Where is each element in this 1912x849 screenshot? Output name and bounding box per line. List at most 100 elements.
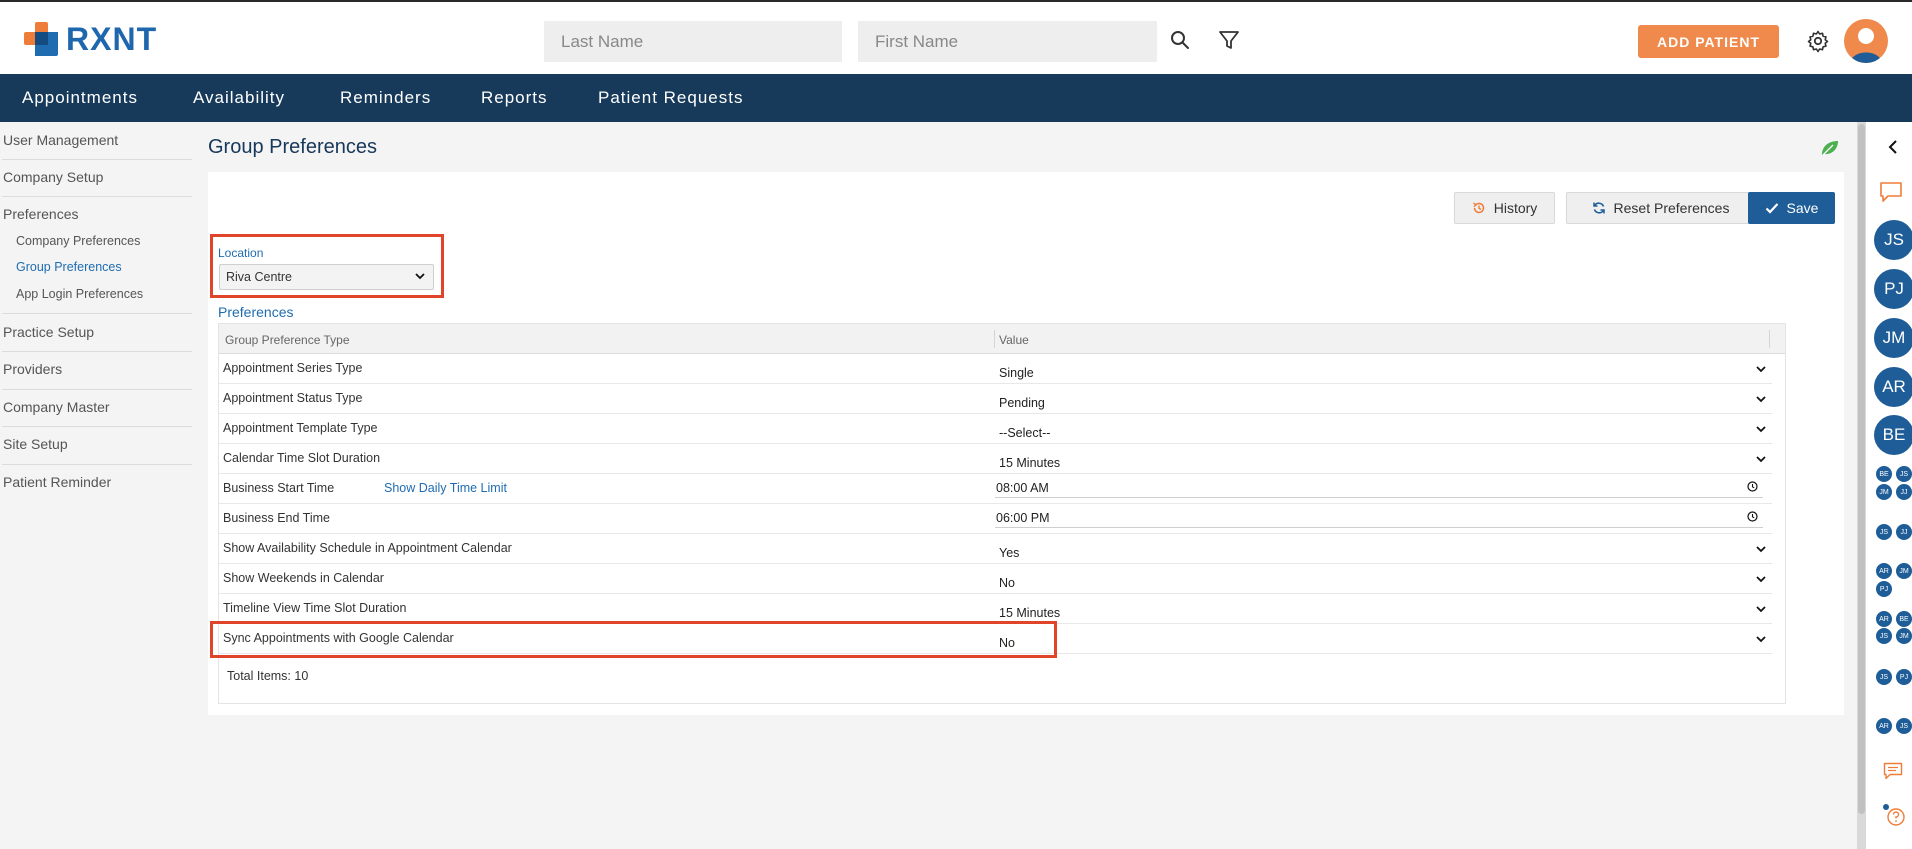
chevron-down-icon[interactable] <box>1756 576 1766 583</box>
sidebar-item-patient-reminder[interactable]: Patient Reminder <box>3 474 111 490</box>
logo-cross-icon <box>22 20 60 58</box>
history-label: History <box>1493 200 1538 216</box>
show-daily-time-limit-link[interactable]: Show Daily Time Limit <box>384 481 507 495</box>
column-header-type[interactable]: Group Preference Type <box>225 333 350 347</box>
chevron-down-icon[interactable] <box>1756 366 1766 373</box>
leaf-icon <box>1822 141 1838 156</box>
sidebar-item-company-setup[interactable]: Company Setup <box>3 169 103 185</box>
preference-value-select[interactable]: No <box>999 576 1015 590</box>
table-row: Timeline View Time Slot Duration 15 Minu… <box>219 594 1772 624</box>
sidebar-item-group-preferences[interactable]: Group Preferences <box>16 260 122 274</box>
sidebar-item-company-master[interactable]: Company Master <box>3 399 110 415</box>
chevron-down-icon[interactable] <box>1756 546 1766 553</box>
participant-mini-bubble[interactable]: JM <box>1896 628 1912 644</box>
preference-name: Appointment Status Type <box>223 391 363 405</box>
save-button[interactable]: Save <box>1748 192 1835 224</box>
sidebar-item-site-setup[interactable]: Site Setup <box>3 436 68 452</box>
preference-name: Timeline View Time Slot Duration <box>223 601 407 615</box>
participant-bubble[interactable]: PJ <box>1874 269 1912 309</box>
filter-icon[interactable] <box>1217 28 1241 52</box>
sidebar-item-practice-setup[interactable]: Practice Setup <box>3 324 94 340</box>
nav-reports[interactable]: Reports <box>481 88 548 108</box>
add-patient-button[interactable]: ADD PATIENT <box>1638 25 1779 58</box>
clock-icon[interactable] <box>1747 481 1758 492</box>
participant-mini-bubble[interactable]: AR <box>1876 718 1892 734</box>
nav-availability[interactable]: Availability <box>193 88 285 108</box>
participant-mini-bubble[interactable]: JM <box>1896 563 1912 579</box>
preference-name: Business End Time <box>223 511 330 525</box>
location-select[interactable]: Riva Centre <box>219 264 434 290</box>
gear-icon[interactable] <box>1806 29 1830 53</box>
first-name-input[interactable] <box>858 21 1157 62</box>
logo-text: RXNT <box>66 20 158 57</box>
location-label: Location <box>218 246 264 260</box>
column-header-value[interactable]: Value <box>999 333 1029 347</box>
nav-patient-requests[interactable]: Patient Requests <box>598 88 743 108</box>
participant-mini-bubble[interactable]: JJ <box>1896 524 1912 540</box>
participant-bubble[interactable]: BE <box>1874 415 1912 455</box>
participant-mini-bubble[interactable]: JS <box>1876 669 1892 685</box>
preference-value-select[interactable]: --Select-- <box>999 426 1050 440</box>
sidebar-divider <box>2 464 192 465</box>
nav-reminders[interactable]: Reminders <box>340 88 431 108</box>
user-avatar[interactable] <box>1844 19 1888 63</box>
clock-icon[interactable] <box>1747 511 1758 522</box>
table-row: Appointment Status Type Pending <box>219 384 1772 414</box>
chat-icon[interactable] <box>1879 181 1903 203</box>
participant-bubble[interactable]: AR <box>1874 367 1912 407</box>
table-row: Appointment Series Type Single <box>219 354 1772 384</box>
participant-bubble[interactable]: JM <box>1874 318 1912 358</box>
message-icon[interactable] <box>1883 762 1903 780</box>
business-start-time-input[interactable]: 08:00 AM <box>996 481 1049 495</box>
save-label: Save <box>1786 200 1819 216</box>
participant-mini-bubble[interactable]: JS <box>1876 524 1892 540</box>
chevron-down-icon[interactable] <box>1756 606 1766 613</box>
sidebar-item-preferences[interactable]: Preferences <box>3 206 78 222</box>
reset-preferences-button[interactable]: Reset Preferences <box>1566 192 1755 224</box>
business-end-time-input[interactable]: 06:00 PM <box>996 511 1050 525</box>
rxnt-logo[interactable]: RXNT <box>22 20 157 58</box>
sidebar-item-app-login-preferences[interactable]: App Login Preferences <box>16 287 143 301</box>
chevron-down-icon <box>415 273 425 280</box>
participant-mini-bubble[interactable]: JS <box>1896 466 1912 482</box>
chevron-down-icon[interactable] <box>1756 636 1766 643</box>
preference-value-select[interactable]: Single <box>999 366 1034 380</box>
chevron-down-icon[interactable] <box>1756 396 1766 403</box>
participant-mini-bubble[interactable]: JS <box>1896 718 1912 734</box>
chevron-down-icon[interactable] <box>1756 456 1766 463</box>
page-scrollbar[interactable] <box>1857 122 1866 849</box>
preference-name: Show Weekends in Calendar <box>223 571 384 585</box>
sidebar-divider <box>2 351 192 352</box>
nav-appointments[interactable]: Appointments <box>22 88 138 108</box>
search-icon[interactable] <box>1168 28 1192 52</box>
chevron-down-icon[interactable] <box>1756 426 1766 433</box>
participant-bubble[interactable]: JS <box>1874 220 1912 260</box>
sidebar-item-user-management[interactable]: User Management <box>3 132 118 148</box>
preference-name: Calendar Time Slot Duration <box>223 451 381 465</box>
participant-mini-bubble[interactable]: AR <box>1876 611 1892 627</box>
preference-value-select[interactable]: Yes <box>999 546 1019 560</box>
participant-mini-bubble[interactable]: JS <box>1876 628 1892 644</box>
participant-mini-bubble[interactable]: AR <box>1876 563 1892 579</box>
preference-name: Appointment Series Type <box>223 361 363 375</box>
sidebar-item-company-preferences[interactable]: Company Preferences <box>16 234 140 248</box>
table-row: Show Availability Schedule in Appointmen… <box>219 534 1772 564</box>
history-button[interactable]: History <box>1454 192 1555 224</box>
participant-mini-bubble[interactable]: BE <box>1876 466 1892 482</box>
sync-row-highlight-box <box>210 621 1057 658</box>
sidebar-item-providers[interactable]: Providers <box>3 361 62 377</box>
participant-mini-bubble[interactable]: JJ <box>1896 484 1912 500</box>
sidebar-divider <box>2 313 192 314</box>
participant-mini-bubble[interactable]: PJ <box>1876 581 1892 597</box>
last-name-input[interactable] <box>544 21 842 62</box>
preference-value-select[interactable]: 15 Minutes <box>999 456 1060 470</box>
help-icon[interactable] <box>1882 803 1908 827</box>
chevron-left-icon[interactable] <box>1887 140 1899 154</box>
location-value: Riva Centre <box>226 270 292 284</box>
participant-mini-bubble[interactable]: JM <box>1876 484 1892 500</box>
participant-mini-bubble[interactable]: BE <box>1896 611 1912 627</box>
preference-value-select[interactable]: Pending <box>999 396 1045 410</box>
table-row: Calendar Time Slot Duration 15 Minutes <box>219 444 1772 474</box>
participant-mini-bubble[interactable]: PJ <box>1896 669 1912 685</box>
preference-value-select[interactable]: 15 Minutes <box>999 606 1060 620</box>
